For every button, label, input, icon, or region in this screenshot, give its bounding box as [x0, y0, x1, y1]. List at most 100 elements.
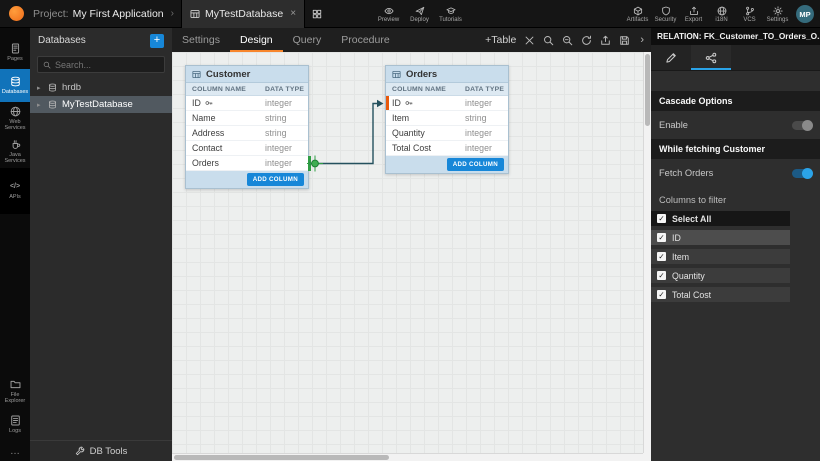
column-row-id[interactable]: IDinteger [186, 96, 308, 111]
column-row-id[interactable]: IDinteger [386, 96, 508, 111]
column-row-contact[interactable]: Contactinteger [186, 141, 308, 156]
sidebar-header: Databases + [30, 28, 172, 53]
column-type: integer [262, 143, 308, 153]
table-name: Orders [406, 69, 437, 80]
dashboard-grid-icon[interactable] [312, 9, 322, 19]
tree-item-mytestdatabase[interactable]: ▸MyTestDatabase [30, 96, 172, 113]
section-while-fetching-customer: While fetching Customer [651, 139, 820, 159]
column-header-type: DATA TYPE [262, 86, 308, 93]
checkbox-icon[interactable]: ✓ [657, 214, 666, 223]
export-icon[interactable] [600, 35, 611, 46]
pencil-tab-icon[interactable] [651, 45, 691, 70]
search-icon[interactable] [543, 35, 554, 46]
column-row-orders[interactable]: Ordersinteger [186, 156, 308, 171]
sidebar-search[interactable] [37, 56, 165, 73]
checkbox-icon[interactable]: ✓ [657, 290, 666, 299]
vertical-scrollbar[interactable] [643, 52, 651, 453]
design-canvas[interactable]: CustomerCOLUMN NAMEDATA TYPEIDintegerNam… [172, 52, 643, 453]
topbar-action-tutorials[interactable]: Tutorials [438, 0, 463, 28]
rail-item-logs[interactable]: Logs [0, 408, 30, 441]
topbar-action-preview[interactable]: Preview [376, 0, 401, 28]
filter-item-total-cost[interactable]: ✓Total Cost [651, 287, 790, 302]
inspector-title: RELATION: FK_Customer_TO_Orders_O... [651, 28, 820, 45]
tab-design[interactable]: Design [230, 28, 283, 52]
document-tab[interactable]: MyTestDatabase × [181, 0, 305, 28]
collapse-panel-icon[interactable]: › [638, 34, 646, 46]
rail-item-label: Web Services [1, 119, 29, 131]
save-icon[interactable] [619, 35, 630, 46]
overflow-menu-icon[interactable]: … [0, 441, 30, 461]
filter-item-select-all[interactable]: ✓Select All [651, 211, 790, 226]
table-header: Orders [386, 66, 508, 83]
zoom-icon[interactable] [562, 35, 573, 46]
column-row-address[interactable]: Addressstring [186, 126, 308, 141]
tab-query[interactable]: Query [283, 28, 332, 52]
rail-item-databases[interactable]: Databases [0, 69, 30, 102]
add-column-button[interactable]: ADD COLUMN [447, 158, 504, 171]
topbar-action-security[interactable]: Security [653, 0, 678, 28]
project-name: My First Application [73, 8, 164, 20]
add-database-button[interactable]: + [150, 34, 164, 48]
topbar-action-label: Settings [767, 17, 789, 23]
add-column-button[interactable]: ADD COLUMN [247, 173, 304, 186]
chevron-right-icon[interactable]: › [171, 8, 174, 19]
column-type: string [262, 128, 308, 138]
project-switcher[interactable]: Project: My First Application [33, 8, 164, 20]
close-tab-icon[interactable]: × [290, 8, 296, 19]
tab-procedure[interactable]: Procedure [331, 28, 399, 52]
rail-item-label: APIs [9, 194, 21, 200]
topbar-action-settings[interactable]: Settings [765, 0, 790, 28]
rail-item-java-services[interactable]: Java Services [0, 135, 30, 168]
column-row-total-cost[interactable]: Total Costinteger [386, 141, 508, 156]
add-table-button[interactable]: +Table [485, 34, 516, 46]
table-card-orders[interactable]: OrdersCOLUMN NAMEDATA TYPEIDintegerItems… [385, 65, 509, 174]
relation-line[interactable] [309, 104, 377, 164]
search-icon [43, 61, 51, 69]
table-icon [392, 70, 401, 79]
topbar-action-export[interactable]: Export [681, 0, 706, 28]
rail-item-pages[interactable]: Pages [0, 36, 30, 69]
globe-icon [10, 106, 21, 117]
document-tab-label: MyTestDatabase [205, 8, 283, 20]
rail-item-web-services[interactable]: Web Services [0, 102, 30, 135]
database-tree: ▸hrdb▸MyTestDatabase [30, 79, 172, 113]
topbar-action-artifacts[interactable]: Artifacts [625, 0, 650, 28]
topbar-action-deploy[interactable]: Deploy [407, 0, 432, 28]
db-tools-button[interactable]: DB Tools [30, 440, 172, 461]
relation-handle[interactable] [307, 156, 323, 172]
enable-toggle[interactable] [792, 121, 812, 130]
filter-item-id[interactable]: ✓ID [651, 230, 790, 245]
horizontal-scrollbar[interactable] [172, 453, 643, 461]
table-name: Customer [206, 69, 250, 80]
topbar: Project: My First Application › MyTestDa… [0, 0, 820, 28]
filter-item-item[interactable]: ✓Item [651, 249, 790, 264]
filter-item-quantity[interactable]: ✓Quantity [651, 268, 790, 283]
table-card-customer[interactable]: CustomerCOLUMN NAMEDATA TYPEIDintegerNam… [185, 65, 309, 189]
rail-item-apis[interactable]: </>APIs [0, 168, 30, 214]
topbar-action-i18n[interactable]: i18N [709, 0, 734, 28]
checkbox-icon[interactable]: ✓ [657, 271, 666, 280]
close-icon[interactable] [524, 35, 535, 46]
gear-icon [773, 6, 783, 16]
horizontal-scrollbar-thumb[interactable] [174, 455, 389, 460]
workspace: SettingsDesignQueryProcedure +Table › Cu… [172, 28, 651, 461]
vertical-scrollbar-thumb[interactable] [645, 54, 650, 126]
fetch-orders-toggle[interactable] [792, 169, 812, 178]
tree-item-hrdb[interactable]: ▸hrdb [30, 79, 172, 96]
checkbox-icon[interactable]: ✓ [657, 233, 666, 242]
topbar-action-vcs[interactable]: VCS [737, 0, 762, 28]
column-row-name[interactable]: Namestring [186, 111, 308, 126]
checkbox-icon[interactable]: ✓ [657, 252, 666, 261]
db-icon [10, 76, 21, 87]
app-logo-icon[interactable] [9, 6, 24, 21]
rail-item-file-explorer[interactable]: File Explorer [0, 375, 30, 408]
search-input[interactable] [55, 60, 159, 70]
tab-settings[interactable]: Settings [172, 28, 230, 52]
rail-item-label: Databases [2, 89, 28, 95]
user-avatar[interactable]: MP [796, 5, 814, 23]
share-tab-icon[interactable] [691, 45, 731, 70]
column-row-quantity[interactable]: Quantityinteger [386, 126, 508, 141]
column-row-item[interactable]: Itemstring [386, 111, 508, 126]
topbar-center-actions: PreviewDeployTutorials [376, 0, 463, 28]
refresh-icon[interactable] [581, 35, 592, 46]
